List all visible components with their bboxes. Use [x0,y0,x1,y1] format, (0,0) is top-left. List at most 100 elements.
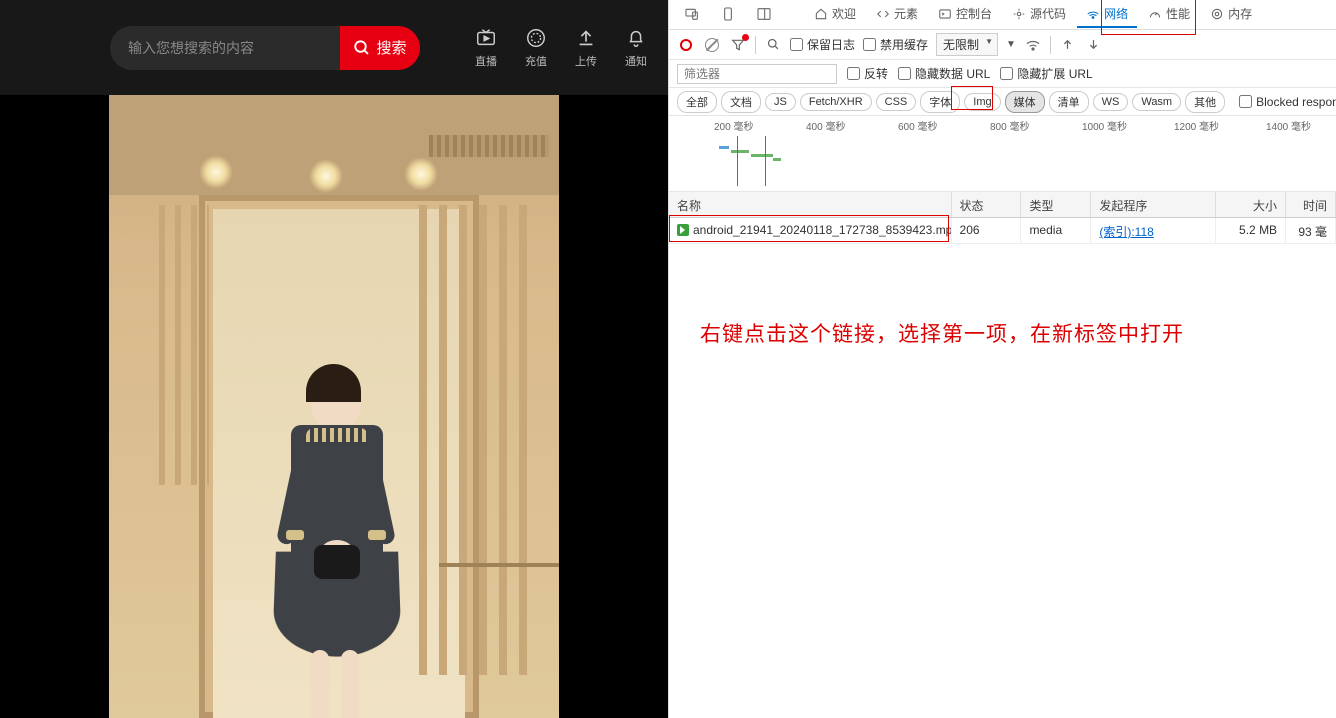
tab-memory[interactable]: 内存 [1201,1,1261,28]
col-size[interactable]: 大小 [1216,192,1286,217]
tab-welcome[interactable]: 欢迎 [805,1,865,28]
cell-type: media [1021,218,1091,243]
type-filter-Img[interactable]: Img [964,93,1000,111]
tab-elements[interactable]: 元素 [867,1,927,28]
timeline-tick: 1000 毫秒 [1082,118,1127,133]
hide-data-urls-checkbox[interactable]: 隐藏数据 URL [898,65,990,82]
tab-responsive[interactable] [675,2,709,28]
console-icon [938,7,952,21]
wifi-button[interactable] [1024,36,1042,54]
hide-ext-urls-checkbox[interactable]: 隐藏扩展 URL [1000,65,1092,82]
upload-arrow-icon [1060,37,1075,52]
media-file-icon [677,224,689,236]
record-button[interactable] [677,36,695,54]
code-icon [876,7,890,21]
network-table-header: 名称 状态 类型 发起程序 大小 时间 [669,192,1336,218]
nav-upload[interactable]: 上传 [575,27,597,69]
timeline-overview[interactable]: 200 毫秒400 毫秒600 毫秒800 毫秒1000 毫秒1200 毫秒14… [669,116,1336,192]
col-name[interactable]: 名称 [669,192,952,217]
record-icon [680,39,692,51]
type-filter-清单[interactable]: 清单 [1049,91,1089,113]
col-type[interactable]: 类型 [1021,192,1091,217]
cell-initiator: (索引):118 [1091,218,1216,243]
top-bar: 搜索 直播 充值 上传 通知 [0,0,668,95]
timeline-tick: 1200 毫秒 [1174,118,1219,133]
network-icon [1086,7,1100,21]
timeline-tick: 200 毫秒 [714,118,753,133]
type-filter-Fetch/XHR[interactable]: Fetch/XHR [800,93,872,111]
video-site-pane: 搜索 直播 充值 上传 通知 [0,0,668,718]
tab-sources[interactable]: 源代码 [1003,1,1075,28]
preserve-log-checkbox[interactable]: 保留日志 [790,36,855,53]
video-area [0,95,668,718]
cell-time: 93 毫 [1286,218,1336,243]
tab-device[interactable] [711,2,745,28]
type-filter-文档[interactable]: 文档 [721,91,761,113]
type-filter-其他[interactable]: 其他 [1185,91,1225,113]
nav-upload-label: 上传 [575,53,597,69]
cell-name: android_21941_20240118_172738_8539423.mp… [669,218,952,243]
download-arrow-icon [1086,37,1101,52]
nav-notification[interactable]: 通知 [625,27,647,69]
wifi-icon [1025,37,1041,53]
invert-checkbox[interactable]: 反转 [847,65,888,82]
device-icon [720,6,736,22]
type-filter-Wasm[interactable]: Wasm [1132,93,1181,111]
dock-icon [756,6,772,22]
sources-icon [1012,7,1026,21]
type-filter-JS[interactable]: JS [765,93,796,111]
clear-button[interactable] [703,36,721,54]
cell-size: 5.2 MB [1216,218,1286,243]
devtools-pane: 欢迎 元素 控制台 源代码 网络 性能 内存 保留日志 禁用缓存 无限制 ▼ 反… [668,0,1336,718]
filter-row: 反转 隐藏数据 URL 隐藏扩展 URL [669,60,1336,88]
search-net-button[interactable] [764,36,782,54]
search-button[interactable]: 搜索 [340,26,420,70]
tab-dock[interactable] [747,2,781,28]
initiator-link[interactable]: (索引):118 [1099,225,1153,239]
tab-performance[interactable]: 性能 [1139,1,1199,28]
search-icon [766,37,781,52]
perf-icon [1148,7,1162,21]
devtools-tabs: 欢迎 元素 控制台 源代码 网络 性能 内存 [669,0,1336,30]
tv-icon [475,27,497,49]
type-filter-CSS[interactable]: CSS [876,93,917,111]
type-filter-媒体[interactable]: 媒体 [1005,91,1045,113]
search-icon [353,39,371,57]
filter-input[interactable] [677,64,837,84]
video-frame[interactable] [109,95,559,718]
export-button[interactable] [1085,36,1103,54]
search-button-label: 搜索 [376,37,406,58]
nav-live-label: 直播 [475,53,497,69]
resource-type-filters: 全部文档JSFetch/XHRCSS字体Img 媒体清单WSWasm其他 Block… [669,88,1336,116]
col-initiator[interactable]: 发起程序 [1091,192,1216,217]
type-filter-WS[interactable]: WS [1093,93,1129,111]
clear-icon [705,38,719,52]
search-input[interactable] [110,26,340,70]
timeline-tick: 1400 毫秒 [1266,118,1311,133]
tab-console[interactable]: 控制台 [929,1,1001,28]
col-time[interactable]: 时间 [1286,192,1336,217]
cell-status: 206 [952,218,1022,243]
nav-live[interactable]: 直播 [475,27,497,69]
blocked-cookies-checkbox[interactable]: Blocked response cookies [1239,95,1336,109]
net-settings-button[interactable] [729,36,747,54]
timeline-tick: 600 毫秒 [898,118,937,133]
tab-network[interactable]: 网络 [1077,1,1137,28]
responsive-icon [684,6,700,22]
import-button[interactable] [1059,36,1077,54]
nav-notification-label: 通知 [625,53,647,69]
type-filter-字体[interactable]: 字体 [920,91,960,113]
coin-icon [525,27,547,49]
memory-icon [1210,7,1224,21]
upload-icon [575,27,597,49]
col-status[interactable]: 状态 [952,192,1022,217]
throttling-select[interactable]: 无限制 [936,33,998,56]
nav-recharge-label: 充值 [525,53,547,69]
timeline-tick: 400 毫秒 [806,118,845,133]
nav-recharge[interactable]: 充值 [525,27,547,69]
type-filter-全部[interactable]: 全部 [677,91,717,113]
disable-cache-checkbox[interactable]: 禁用缓存 [863,36,928,53]
search-box: 搜索 [110,26,420,70]
network-toolbar: 保留日志 禁用缓存 无限制 ▼ [669,30,1336,60]
table-row[interactable]: android_21941_20240118_172738_8539423.mp… [669,218,1336,244]
